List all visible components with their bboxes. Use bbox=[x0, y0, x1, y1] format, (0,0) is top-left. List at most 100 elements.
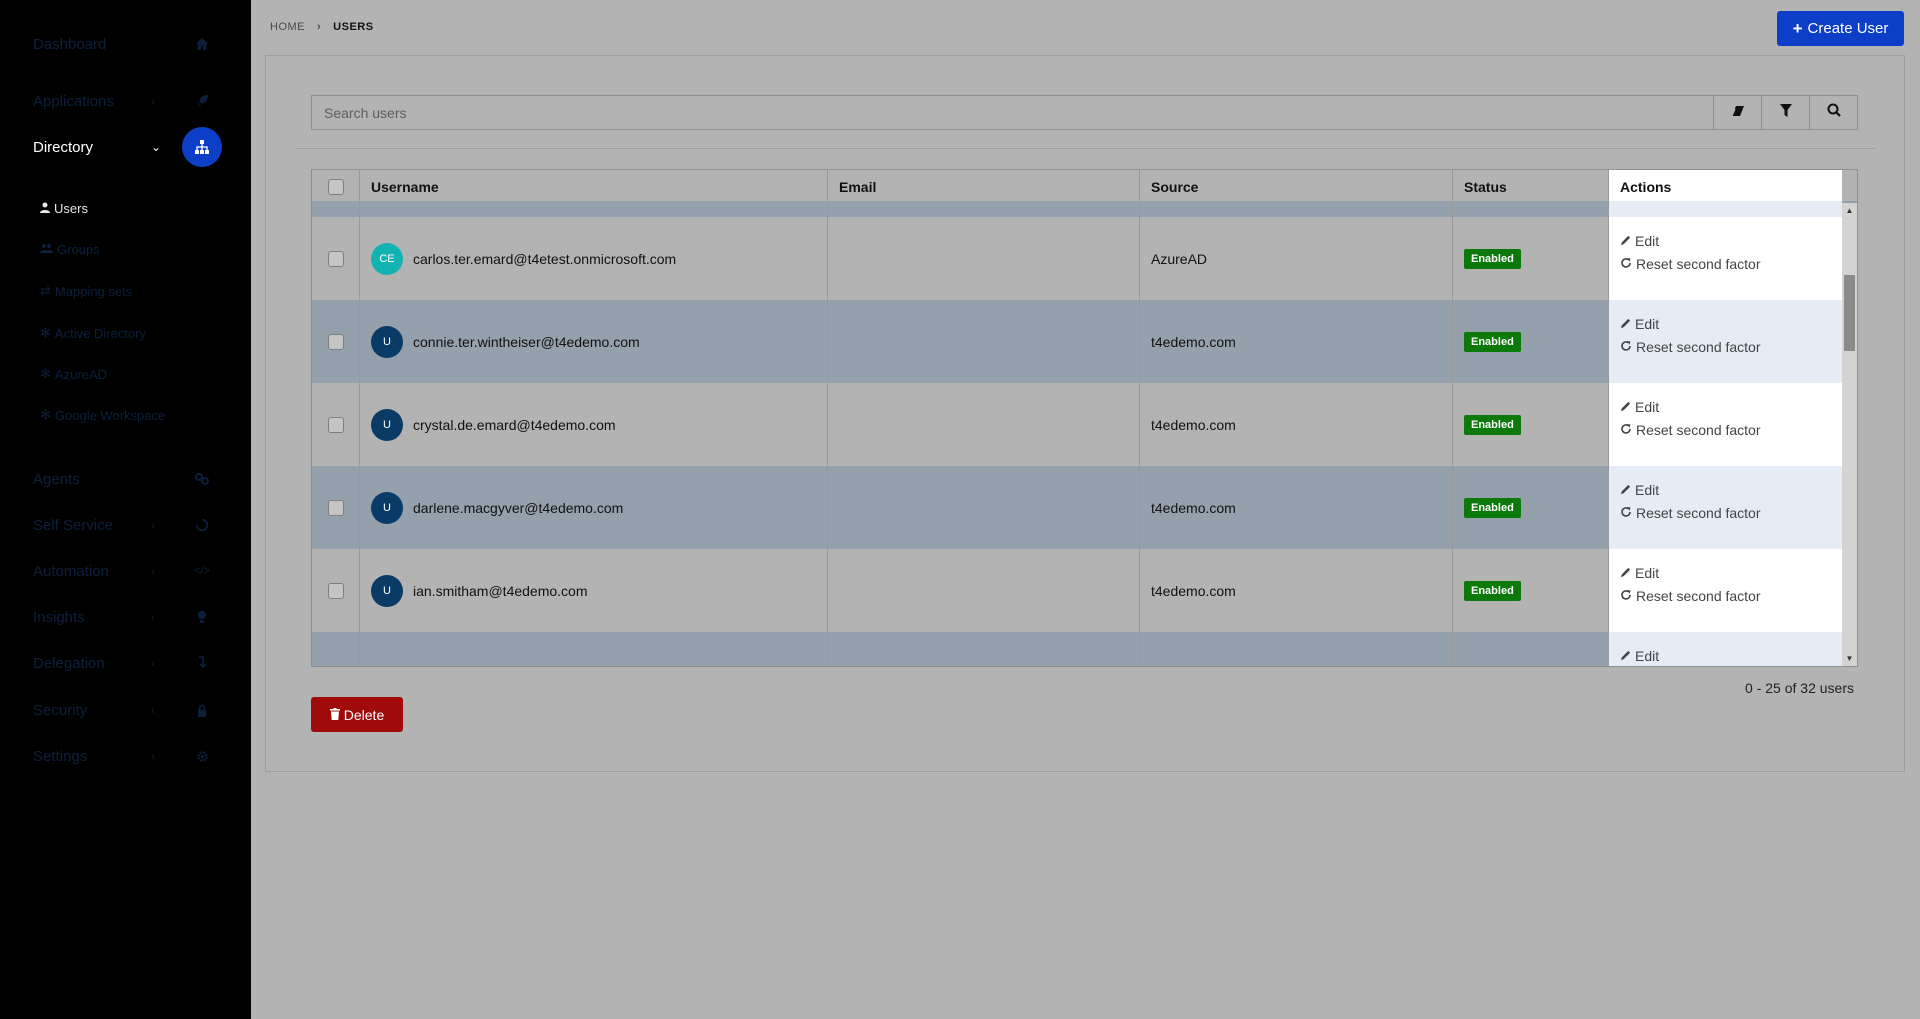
nav-agents[interactable]: Agents bbox=[0, 459, 251, 499]
nav-automation[interactable]: Automation ‹ </> bbox=[0, 551, 251, 591]
column-username[interactable]: Username bbox=[360, 170, 828, 203]
edit-action[interactable]: Edit bbox=[1620, 399, 1659, 415]
gear-icon: ✻ bbox=[40, 325, 51, 340]
username-cell: CE carlos.ter.emard@t4etest.onmicrosoft.c… bbox=[360, 217, 828, 300]
scroll-up-icon[interactable]: ▲ bbox=[1842, 203, 1857, 218]
edit-action[interactable]: Edit bbox=[1620, 565, 1659, 581]
username-text[interactable]: ian.smitham@t4edemo.com bbox=[413, 583, 588, 599]
status-badge: Enabled bbox=[1464, 414, 1521, 435]
subnav-users[interactable]: Users bbox=[40, 201, 88, 216]
actions-cell: Edit Reset second factor bbox=[1609, 217, 1842, 300]
email-cell bbox=[828, 217, 1140, 300]
edit-action[interactable]: Edit bbox=[1620, 233, 1659, 249]
nav-dashboard[interactable]: Dashboard bbox=[0, 24, 251, 64]
nav-directory[interactable]: Directory ⌄ bbox=[0, 127, 251, 167]
subnav-azuread[interactable]: ✻ AzureAD bbox=[40, 366, 107, 382]
pencil-icon bbox=[1620, 316, 1631, 332]
subnav-groups[interactable]: Groups bbox=[40, 242, 100, 257]
reset-second-factor-action[interactable]: Reset second factor bbox=[1620, 505, 1761, 521]
create-user-button[interactable]: + Create User bbox=[1777, 11, 1904, 46]
source-cell: t4edemo.com bbox=[1140, 383, 1453, 466]
breadcrumb-home[interactable]: HOME bbox=[270, 21, 305, 33]
delete-label: Delete bbox=[343, 706, 385, 723]
status-cell: Enabled bbox=[1453, 217, 1609, 300]
scroll-down-icon[interactable]: ▼ bbox=[1842, 651, 1857, 666]
chevron-left-icon: ‹ bbox=[151, 703, 155, 717]
reset-second-factor-action[interactable]: Reset second factor bbox=[1620, 339, 1761, 355]
status-badge: Enabled bbox=[1464, 248, 1521, 269]
source-text: t4edemo.com bbox=[1151, 499, 1236, 516]
chevron-left-icon: ‹ bbox=[151, 564, 155, 578]
table-scrollbar[interactable]: ▲ ▼ bbox=[1842, 203, 1857, 666]
nav-settings[interactable]: Settings ‹ bbox=[0, 736, 251, 776]
filter-button[interactable] bbox=[1762, 95, 1810, 130]
subnav-google-workspace[interactable]: ✻ Google Workspace bbox=[40, 407, 165, 423]
lightbulb-icon bbox=[190, 605, 214, 629]
reset-second-factor-action[interactable]: Reset second factor bbox=[1620, 588, 1761, 604]
nav-label: Delegation bbox=[33, 654, 105, 672]
gear-icon: ✻ bbox=[40, 407, 51, 422]
delegation-icon bbox=[190, 651, 214, 675]
edit-action[interactable]: Edit bbox=[1620, 648, 1659, 664]
column-email[interactable]: Email bbox=[828, 170, 1140, 203]
nav-delegation[interactable]: Delegation ‹ bbox=[0, 643, 251, 683]
row-checkbox[interactable] bbox=[327, 250, 344, 267]
row-checkbox[interactable] bbox=[327, 665, 344, 666]
subnav-active-directory[interactable]: ✻ Active Directory bbox=[40, 325, 146, 341]
email-cell bbox=[828, 466, 1140, 549]
search-button[interactable] bbox=[1810, 95, 1858, 130]
table-row: Uconnie.ter.wintheiser@t4edemo.com t4edem… bbox=[312, 300, 1857, 383]
subnav-label: Google Workspace bbox=[54, 407, 166, 423]
table-row: Uian.smitham@t4edemo.com t4edemo.com Enabl… bbox=[312, 549, 1857, 632]
edit-label: Edit bbox=[1635, 565, 1660, 581]
subnav-mapping-sets[interactable]: ⇄ Mapping sets bbox=[40, 283, 132, 299]
create-user-label: Create User bbox=[1807, 20, 1889, 37]
chevron-left-icon: ‹ bbox=[151, 518, 155, 532]
lock-icon bbox=[190, 698, 214, 722]
chevron-left-icon: ‹ bbox=[151, 94, 155, 108]
delete-button[interactable]: Delete bbox=[311, 697, 403, 732]
avatar: U bbox=[371, 491, 403, 524]
pencil-icon bbox=[1620, 233, 1631, 249]
table-row bbox=[312, 201, 1857, 217]
table-row: Ucrystal.de.emard@t4edemo.com t4edemo.com… bbox=[312, 383, 1857, 466]
username-text[interactable]: carlos.ter.emard@t4etest.onmicrosoft.com bbox=[413, 251, 676, 267]
clear-search-button[interactable] bbox=[1714, 95, 1762, 130]
edit-action[interactable]: Edit bbox=[1620, 482, 1659, 498]
select-cell bbox=[312, 300, 360, 383]
select-all-checkbox[interactable] bbox=[327, 178, 344, 195]
row-checkbox[interactable] bbox=[327, 416, 344, 433]
scroll-thumb[interactable] bbox=[1844, 275, 1855, 351]
username-cell: Udarlene.macgyver@t4edemo.com bbox=[360, 466, 828, 549]
column-status[interactable]: Status bbox=[1453, 170, 1609, 203]
user-icon bbox=[40, 201, 50, 216]
exchange-icon: ⇄ bbox=[40, 283, 51, 298]
username-text[interactable]: crystal.de.emard@t4edemo.com bbox=[413, 417, 616, 433]
row-checkbox[interactable] bbox=[327, 499, 344, 516]
nav-applications[interactable]: Applications ‹ bbox=[0, 81, 251, 121]
actions-cell: Edit bbox=[1609, 632, 1842, 666]
username-cell: Ucrystal.de.emard@t4edemo.com bbox=[360, 383, 828, 466]
subnav-label: Users bbox=[54, 201, 88, 216]
row-checkbox[interactable] bbox=[327, 582, 344, 599]
nav-label: Self Service bbox=[33, 516, 114, 534]
refresh-icon bbox=[1620, 256, 1632, 272]
username-text[interactable]: connie.ter.wintheiser@t4edemo.com bbox=[413, 334, 640, 350]
search-input[interactable] bbox=[311, 95, 1714, 130]
breadcrumb: HOME › USERS bbox=[270, 21, 374, 33]
username-text[interactable]: darlene.macgyver@t4edemo.com bbox=[413, 500, 623, 516]
nav-security[interactable]: Security ‹ bbox=[0, 690, 251, 730]
nav-self-service[interactable]: Self Service ‹ bbox=[0, 505, 251, 545]
status-badge: Enabled bbox=[1464, 497, 1521, 518]
reset-second-factor-action[interactable]: Reset second factor bbox=[1620, 256, 1761, 272]
users-table: Username Email Source Status Actions CE c… bbox=[311, 169, 1858, 667]
subnav-label: Active Directory bbox=[54, 325, 146, 341]
edit-label: Edit bbox=[1635, 316, 1660, 332]
column-source[interactable]: Source bbox=[1140, 170, 1453, 203]
reset-second-factor-action[interactable]: Reset second factor bbox=[1620, 422, 1761, 438]
nav-insights[interactable]: Insights ‹ bbox=[0, 597, 251, 637]
email-cell bbox=[828, 300, 1140, 383]
row-checkbox[interactable] bbox=[327, 333, 344, 350]
table-row: Edit bbox=[312, 632, 1857, 666]
edit-action[interactable]: Edit bbox=[1620, 316, 1659, 332]
